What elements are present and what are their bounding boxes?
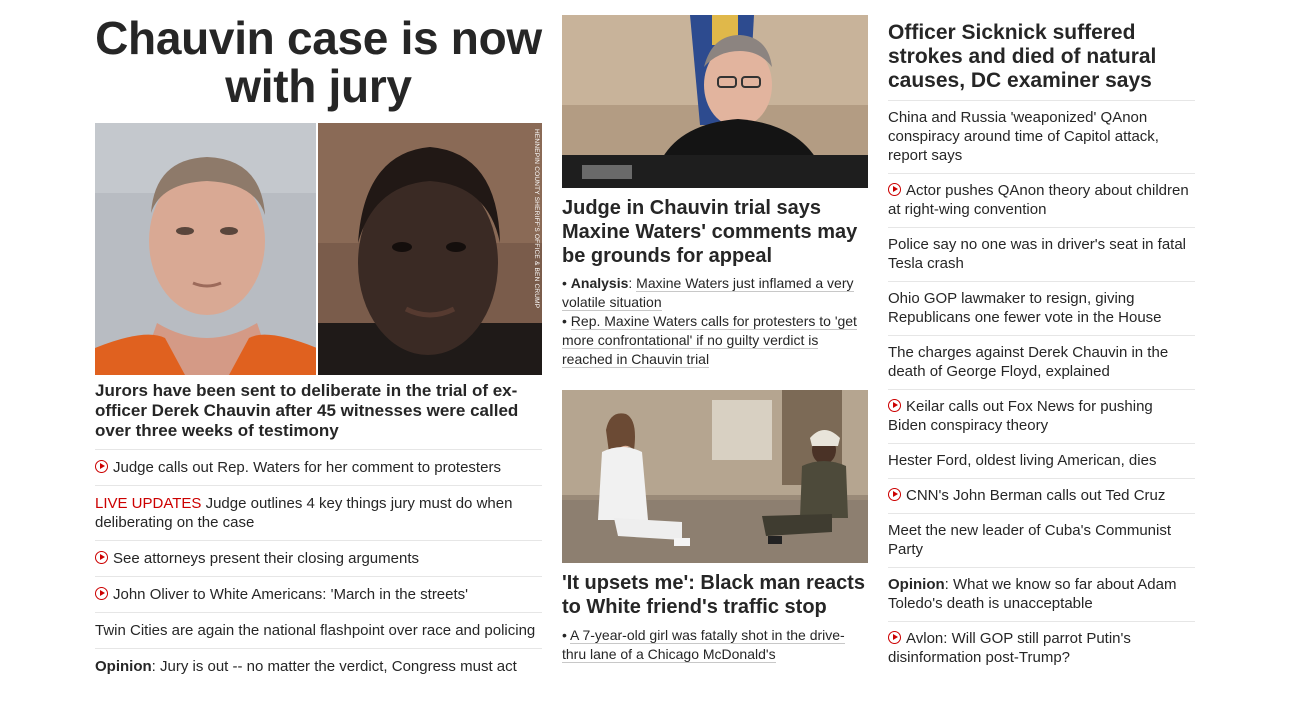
list-item[interactable]: Meet the new leader of Cuba's Communist … [888,513,1195,567]
list-item[interactable]: LIVE UPDATES Judge outlines 4 key things… [95,485,542,540]
lead-headline[interactable]: Chauvin case is now with jury [95,14,542,110]
right-column: Officer Sicknick suffered strokes and di… [888,0,1195,675]
live-updates-label: LIVE UPDATES [95,495,202,512]
image-credit: HENNEPIN COUNTY SHERIFF'S OFFICE & BEN C… [533,129,540,309]
lead-related-list: Judge calls out Rep. Waters for her comm… [95,449,542,684]
opinion-label: Opinion [888,576,945,593]
lead-description[interactable]: Jurors have been sent to deliberate in t… [95,381,542,441]
play-icon [888,488,901,501]
play-icon [95,460,108,473]
judge-story-bullets: • Analysis: Maxine Waters just inflamed … [562,274,868,369]
judge-story-headline[interactable]: Judge in Chauvin trial says Maxine Water… [562,196,868,268]
right-headline-list: China and Russia 'weaponized' QAnon cons… [888,100,1195,675]
traffic-stop-bullets: • A 7-year-old girl was fatally shot in … [562,626,868,664]
list-item[interactable]: • Analysis: Maxine Waters just inflamed … [562,274,868,312]
list-item[interactable]: John Oliver to White Americans: 'March i… [95,576,542,612]
sicknick-headline[interactable]: Officer Sicknick suffered strokes and di… [888,21,1195,93]
list-item[interactable]: Judge calls out Rep. Waters for her comm… [95,449,542,485]
lead-image[interactable]: HENNEPIN COUNTY SHERIFF'S OFFICE & BEN C… [95,123,542,375]
play-icon [888,631,901,644]
list-item[interactable]: • Rep. Maxine Waters calls for protester… [562,312,868,369]
list-item[interactable]: See attorneys present their closing argu… [95,540,542,576]
play-icon [888,183,901,196]
chauvin-mugshot-image[interactable] [95,123,316,375]
floyd-selfie-image[interactable]: HENNEPIN COUNTY SHERIFF'S OFFICE & BEN C… [316,123,542,375]
analysis-label: Analysis [570,275,629,291]
list-item[interactable]: China and Russia 'weaponized' QAnon cons… [888,100,1195,173]
traffic-stop-headline[interactable]: 'It upsets me': Black man reacts to Whit… [562,571,868,619]
list-item[interactable]: Opinion: Jury is out -- no matter the ve… [95,648,542,684]
play-icon [95,587,108,600]
list-item[interactable]: Avlon: Will GOP still parrot Putin's dis… [888,621,1195,675]
list-item[interactable]: The charges against Derek Chauvin in the… [888,335,1195,389]
list-item[interactable]: Police say no one was in driver's seat i… [888,227,1195,281]
judge-image[interactable] [562,15,868,188]
list-item[interactable]: CNN's John Berman calls out Ted Cruz [888,478,1195,513]
list-item[interactable]: Opinion: What we know so far about Adam … [888,567,1195,621]
opinion-label: Opinion [95,658,152,675]
list-item[interactable]: Hester Ford, oldest living American, die… [888,443,1195,478]
list-item[interactable]: Keilar calls out Fox News for pushing Bi… [888,389,1195,443]
lead-story-column: Chauvin case is now with jury HENNEPIN C… [95,0,542,684]
list-item[interactable]: Twin Cities are again the national flash… [95,612,542,648]
list-item[interactable]: Actor pushes QAnon theory about children… [888,173,1195,227]
list-item[interactable]: Ohio GOP lawmaker to resign, giving Repu… [888,281,1195,335]
play-icon [95,551,108,564]
play-icon [888,399,901,412]
interview-image[interactable] [562,390,868,563]
list-item[interactable]: • A 7-year-old girl was fatally shot in … [562,626,868,664]
middle-column: Judge in Chauvin trial says Maxine Water… [562,0,868,664]
